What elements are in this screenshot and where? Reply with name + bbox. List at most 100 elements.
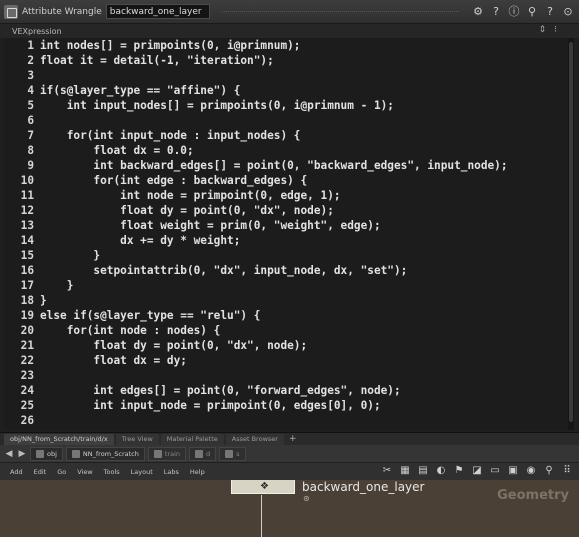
code-line[interactable]: 23: [4, 368, 564, 383]
network-icon: [153, 449, 162, 458]
code-line[interactable]: 2 float it = detail(-1, "iteration");: [4, 53, 564, 68]
code-line[interactable]: 5 int input_nodes[] = primpoints(0, i@pr…: [4, 98, 564, 113]
menu-item-tools[interactable]: Tools: [104, 468, 120, 476]
editor-scrollbar[interactable]: [568, 38, 574, 430]
menu-item-layout[interactable]: Layout: [131, 468, 153, 476]
parameter-header: Attribute Wrangle backward_one_layer ⚙ ?…: [0, 0, 579, 24]
search-icon[interactable]: ⚲: [525, 5, 539, 19]
path-crumb[interactable]: train: [147, 446, 187, 461]
menu-item-view[interactable]: View: [77, 468, 92, 476]
code-text: if(s@layer_type == "affine") {: [40, 84, 241, 97]
forward-icon[interactable]: ▶: [17, 449, 27, 459]
menu-item-labs[interactable]: Labs: [164, 468, 179, 476]
display-icon[interactable]: ▭: [489, 465, 501, 477]
menu-item-go[interactable]: Go: [57, 468, 66, 476]
context-label: Geometry: [497, 488, 569, 503]
code-line[interactable]: 11 int node = primpoint(0, edge, 1);: [4, 188, 564, 203]
code-text: int node = primpoint(0, edge, 1);: [40, 189, 341, 202]
code-text: int nodes[] = primpoints(0, i@primnum);: [40, 39, 301, 52]
dots-icon[interactable]: ⠿: [561, 465, 573, 477]
code-line[interactable]: 24 int edges[] = point(0, "forward_edges…: [4, 383, 564, 398]
code-text: }: [40, 249, 101, 262]
code-line[interactable]: 25 int input_node = primpoint(0, edges[0…: [4, 398, 564, 413]
gear-icon[interactable]: ⚙: [471, 5, 485, 19]
info-icon[interactable]: ⓘ: [507, 5, 521, 19]
line-number: 21: [20, 339, 34, 352]
code-line[interactable]: 19 else if(s@layer_type == "relu") {: [4, 308, 564, 323]
pin-icon[interactable]: ⊙: [561, 5, 575, 19]
pane-tabs: obj/NN_from_Scratch/train/d/x Tree View Ma…: [0, 432, 579, 445]
code-line[interactable]: 12 float dy = point(0, "dx", node);: [4, 203, 564, 218]
code-line[interactable]: 21 float dy = point(0, "dx", node);: [4, 338, 564, 353]
code-text: int edges[] = point(0, "forward_edges", …: [40, 384, 401, 397]
code-line[interactable]: 14 dx += dy * weight;: [4, 233, 564, 248]
code-line[interactable]: 20 for(int node : nodes) {: [4, 323, 564, 338]
node-name-field[interactable]: backward_one_layer: [105, 4, 210, 19]
code-line[interactable]: 4 if(s@layer_type == "affine") {: [4, 83, 564, 98]
expand-icon[interactable]: ⇕: [539, 25, 547, 35]
code-line[interactable]: 26: [4, 413, 564, 428]
grid-icon[interactable]: ▦: [399, 465, 411, 477]
path-crumb[interactable]: NN_from_Scratch: [65, 446, 145, 461]
line-number: 20: [20, 324, 34, 337]
line-number: 11: [20, 189, 34, 202]
line-number: 13: [20, 219, 34, 232]
code-line[interactable]: 3: [4, 68, 564, 83]
code-line[interactable]: 1 int nodes[] = primpoints(0, i@primnum);: [4, 38, 564, 53]
code-text: dx += dy * weight;: [40, 234, 241, 247]
code-line[interactable]: 10 for(int edge : backward_edges) {: [4, 173, 564, 188]
code-text: }: [40, 279, 74, 292]
search-icon[interactable]: ⚲: [543, 465, 555, 477]
node-wire: [261, 495, 262, 537]
code-line[interactable]: 8 float dx = 0.0;: [4, 143, 564, 158]
back-icon[interactable]: ◀: [4, 449, 14, 459]
network-icon: [71, 449, 80, 458]
cut-icon[interactable]: ✂: [381, 465, 393, 477]
code-line[interactable]: 13 float weight = prim(0, "weight", edge…: [4, 218, 564, 233]
code-line[interactable]: 7 for(int input_node : input_nodes) {: [4, 128, 564, 143]
layout-icon[interactable]: ▤: [417, 465, 429, 477]
code-line[interactable]: 6: [4, 113, 564, 128]
line-number: 7: [27, 129, 34, 142]
bookmark-icon[interactable]: ◪: [471, 465, 483, 477]
editor-scrollbar-thumb[interactable]: [569, 42, 573, 422]
code-text: float dy = point(0, "dx", node);: [40, 339, 308, 352]
help-icon[interactable]: ?: [543, 5, 557, 19]
path-crumb-label: NN_from_Scratch: [82, 449, 139, 458]
image-icon[interactable]: ▣: [507, 465, 519, 477]
menu-item-add[interactable]: Add: [10, 468, 23, 476]
line-number: 22: [20, 354, 34, 367]
code-line[interactable]: 9 int backward_edges[] = point(0, "backw…: [4, 158, 564, 173]
help-icon[interactable]: ?: [489, 5, 503, 19]
path-crumb-label: train: [164, 449, 181, 458]
code-line[interactable]: 18}: [4, 293, 564, 308]
pane-tab[interactable]: obj/NN_from_Scratch/train/d/x: [4, 434, 114, 445]
color-icon[interactable]: ◉: [525, 465, 537, 477]
pane-tab[interactable]: Tree View: [115, 434, 159, 445]
path-crumb[interactable]: s: [219, 446, 246, 461]
flag-icon[interactable]: ⚑: [453, 465, 465, 477]
network-editor[interactable]: Geometry ❖ backward_one_layer ⊛: [0, 480, 579, 537]
pane-tab[interactable]: Asset Browser: [225, 434, 284, 445]
code-line[interactable]: 16 setpointattrib(0, "dx", input_node, d…: [4, 263, 564, 278]
code-line[interactable]: 17 }: [4, 278, 564, 293]
vex-code-editor[interactable]: 1 int nodes[] = primpoints(0, i@primnum);…: [4, 38, 574, 430]
line-number: 2: [27, 54, 34, 67]
line-number: 5: [27, 99, 34, 112]
pane-tab[interactable]: Material Palette: [160, 434, 224, 445]
line-number: 16: [20, 264, 34, 277]
menu-icon[interactable]: ⁝: [554, 25, 557, 35]
menu-item-help[interactable]: Help: [190, 468, 205, 476]
path-crumb[interactable]: d: [189, 446, 217, 461]
code-text: float it = detail(-1, "iteration");: [40, 54, 274, 67]
wrangle-node-icon: ❖: [260, 481, 269, 492]
menu-item-edit[interactable]: Edit: [34, 468, 47, 476]
path-crumb[interactable]: obj: [30, 446, 63, 461]
add-tab-icon[interactable]: +: [286, 434, 300, 445]
code-text: for(int node : nodes) {: [40, 324, 221, 337]
code-line[interactable]: 15 }: [4, 248, 564, 263]
palette-icon[interactable]: ◐: [435, 465, 447, 477]
line-number: 14: [20, 234, 34, 247]
code-line[interactable]: 22 float dx = dy;: [4, 353, 564, 368]
code-text: int input_nodes[] = primpoints(0, i@prim…: [40, 99, 394, 112]
